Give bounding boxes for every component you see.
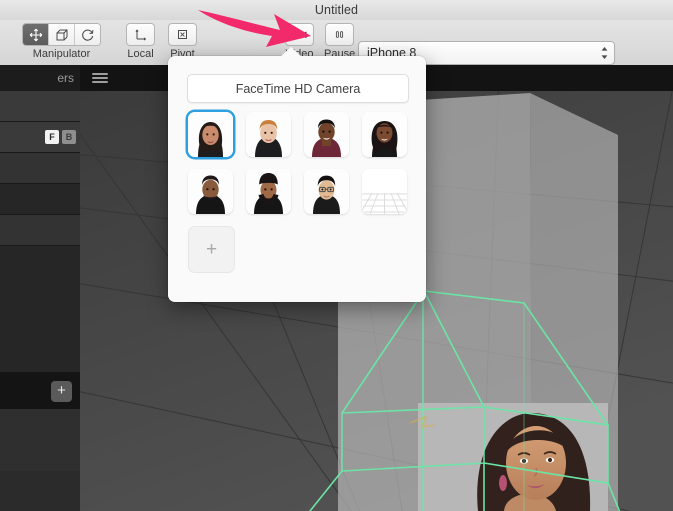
layer-row[interactable]: F B: [0, 122, 80, 153]
avatar-tile-grid: +: [188, 112, 410, 285]
rotate-arrows-icon: [81, 28, 95, 42]
pause-icon: [333, 28, 346, 41]
video-source-popover: FaceTime HD Camera +: [168, 47, 426, 302]
add-avatar-button[interactable]: +: [188, 226, 235, 273]
pivot-box-icon: [176, 28, 189, 41]
pause-group: Pause: [324, 23, 355, 60]
avatar-row: +: [188, 226, 410, 273]
hamburger-menu-icon[interactable]: [92, 71, 108, 85]
window-title: Untitled: [314, 3, 359, 17]
avatar-tile-5[interactable]: [188, 169, 233, 214]
avatar-tile-2[interactable]: [246, 112, 291, 157]
manipulator-segmented-control[interactable]: [22, 23, 101, 46]
layer-row[interactable]: [0, 153, 80, 184]
layers-footer: +: [0, 373, 80, 409]
pivot-group: Pivot: [168, 23, 197, 60]
popover-arrow: [280, 47, 302, 57]
scale-box-icon: [55, 28, 69, 42]
avatar-tile-3[interactable]: [304, 112, 349, 157]
layers-bottom-area: [0, 409, 80, 471]
local-group: Local: [126, 23, 155, 60]
avatar-row: [188, 169, 410, 214]
manipulator-caption: Manipulator: [32, 48, 91, 60]
layer-row[interactable]: [0, 184, 80, 215]
scale-tool-button[interactable]: [49, 24, 75, 45]
video-camera-icon: [292, 28, 308, 41]
local-button[interactable]: [126, 23, 155, 46]
layers-panel-header: ers: [0, 65, 80, 91]
axis-arrow-icon: [134, 28, 147, 41]
layers-empty-area: [0, 246, 80, 373]
layers-panel-title: ers: [57, 71, 74, 85]
layer-row[interactable]: [0, 91, 80, 122]
avatar-tile-6[interactable]: [246, 169, 291, 214]
back-badge[interactable]: B: [62, 130, 76, 144]
move-arrows-icon: [29, 28, 43, 42]
avatar-tile-4[interactable]: [362, 112, 407, 157]
pivot-button[interactable]: [168, 23, 197, 46]
avatar-tile-7[interactable]: [304, 169, 349, 214]
video-camera-button[interactable]: [285, 23, 314, 46]
layers-sidebar: ers F B +: [0, 65, 80, 511]
local-caption: Local: [127, 48, 154, 60]
move-tool-button[interactable]: [23, 24, 49, 45]
avatar-row: [188, 112, 410, 157]
layer-row[interactable]: [0, 215, 80, 246]
pause-button[interactable]: [325, 23, 355, 46]
manipulator-group: Manipulator: [22, 23, 101, 60]
rotate-tool-button[interactable]: [75, 24, 100, 45]
stepper-chevrons-icon[interactable]: [594, 45, 614, 61]
add-layer-button[interactable]: +: [51, 380, 72, 402]
window-titlebar: Untitled: [0, 0, 673, 21]
avatar-tile-1[interactable]: [188, 112, 233, 157]
app-window: Untitled Manipulator Local Pivot Video P…: [0, 0, 673, 511]
scene-grid-tile[interactable]: [362, 169, 407, 214]
front-badge[interactable]: F: [45, 130, 59, 144]
facetime-camera-option[interactable]: FaceTime HD Camera: [187, 74, 409, 103]
